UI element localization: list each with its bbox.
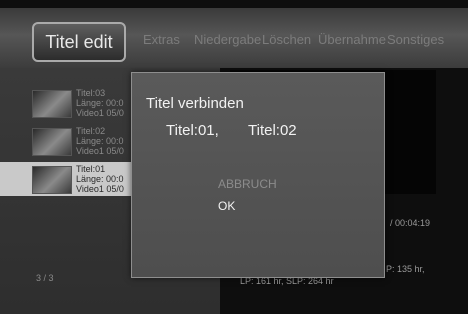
page-counter: 3 / 3 xyxy=(36,273,54,283)
tab-titel-edit[interactable]: Titel edit xyxy=(32,22,126,62)
title-thumbnail xyxy=(32,90,72,118)
list-item-info: Titel:03 Länge: 00:0 Video1 05/0 xyxy=(76,88,124,118)
list-item-source: Video1 05/0 xyxy=(76,146,124,156)
list-item-source: Video1 05/0 xyxy=(76,108,124,118)
merge-dialog: Titel verbinden Titel:01, Titel:02 ABBRU… xyxy=(131,72,385,278)
list-item-info: Titel:02 Länge: 00:0 Video1 05/0 xyxy=(76,126,124,156)
list-item-title: Titel:02 xyxy=(76,126,106,136)
menu-bar: Titel edit Extras Niedergabe Löschen Übe… xyxy=(0,8,468,68)
dialog-title: Titel verbinden xyxy=(146,95,244,112)
list-item-title: Titel:01 xyxy=(76,164,106,174)
tab-extras[interactable]: Extras xyxy=(143,32,180,47)
list-item-length: Länge: 00:0 xyxy=(76,174,124,184)
title-thumbnail xyxy=(32,166,72,194)
ok-button[interactable]: OK xyxy=(218,199,235,213)
recorder-screen: Titel edit Extras Niedergabe Löschen Übe… xyxy=(0,0,468,314)
list-item-title: Titel:03 xyxy=(76,88,106,98)
dialog-first-title: Titel:01, xyxy=(166,122,219,139)
cancel-button[interactable]: ABBRUCH xyxy=(218,177,277,191)
tab-sonstiges[interactable]: Sonstiges xyxy=(387,32,444,47)
title-thumbnail xyxy=(32,128,72,156)
list-item-source: Video1 05/0 xyxy=(76,184,124,194)
tab-uebernahme[interactable]: Übernahme xyxy=(318,32,386,47)
list-item-length: Länge: 00:0 xyxy=(76,98,124,108)
list-item-length: Länge: 00:0 xyxy=(76,136,124,146)
tab-loeschen[interactable]: Löschen xyxy=(262,32,311,47)
list-item-info: Titel:01 Länge: 00:0 Video1 05/0 xyxy=(76,164,124,194)
dialog-second-title: Titel:02 xyxy=(248,122,297,139)
tab-niedergabe[interactable]: Niedergabe xyxy=(194,32,261,47)
duration-readout: / 00:04:19 xyxy=(390,218,431,228)
remaining-time-readout: P: 135 hr, xyxy=(386,264,425,274)
